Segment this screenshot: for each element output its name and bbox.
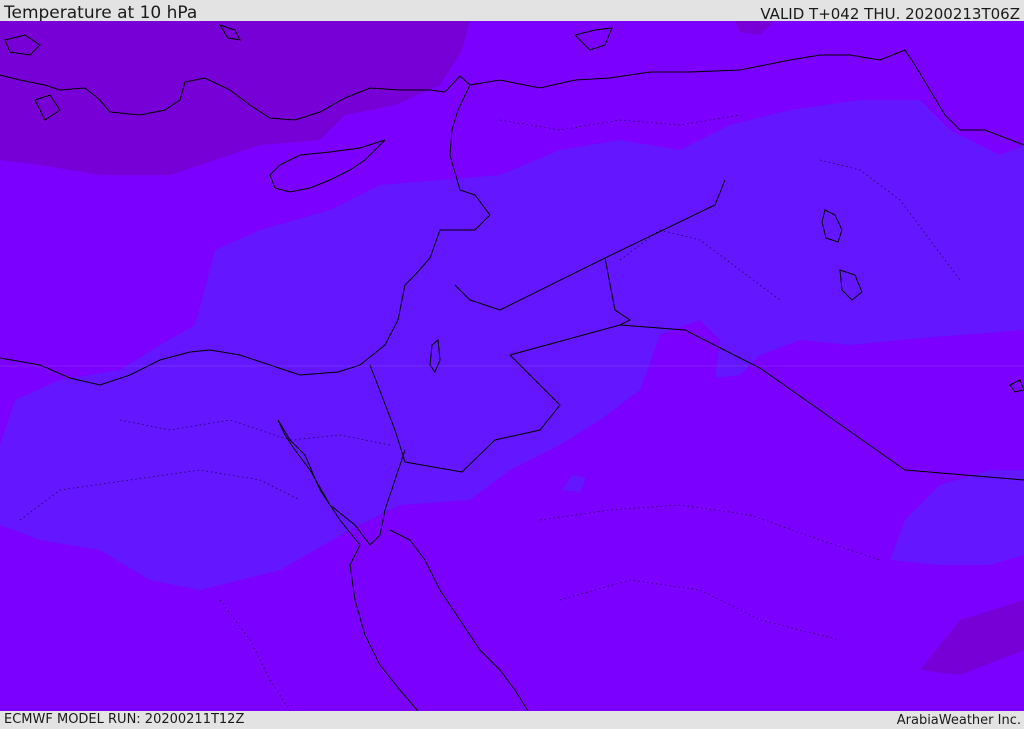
map-title: Temperature at 10 hPa xyxy=(4,3,198,23)
temperature-map[interactable] xyxy=(0,21,1024,711)
credit-label: ArabiaWeather Inc. xyxy=(896,713,1021,728)
model-run: ECMWF MODEL RUN: 20200211T12Z xyxy=(4,712,245,727)
